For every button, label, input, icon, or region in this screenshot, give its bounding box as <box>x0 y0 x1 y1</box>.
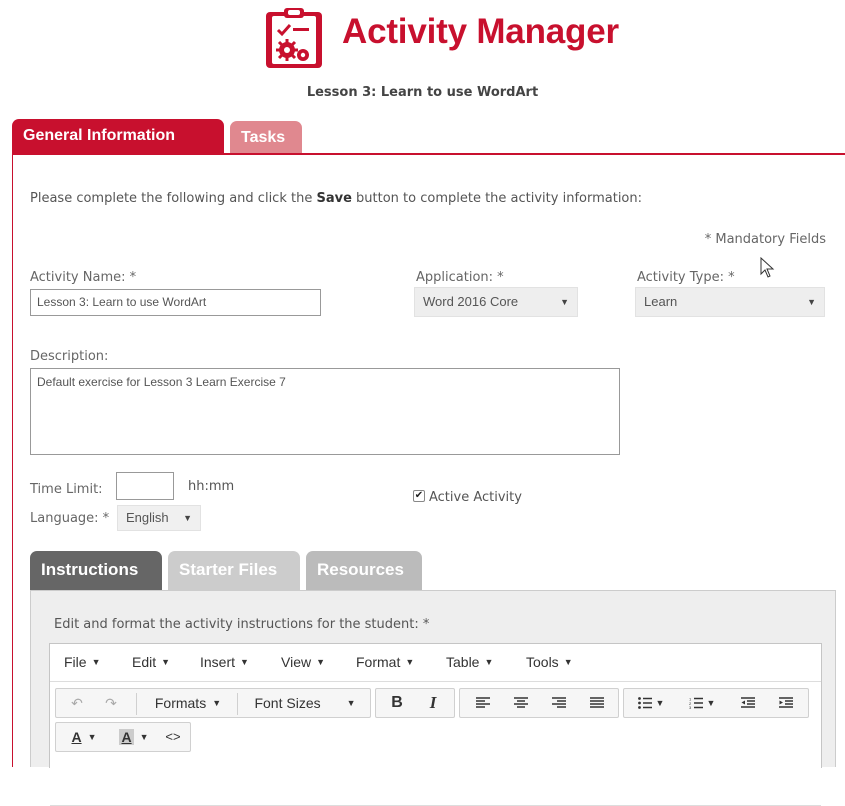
tab-instructions[interactable]: Instructions <box>30 551 162 590</box>
application-select[interactable]: Word 2016 Core ▼ <box>414 287 578 317</box>
tab-tasks[interactable]: Tasks <box>230 121 302 155</box>
chevron-down-icon: ▼ <box>139 732 149 742</box>
tab-resources[interactable]: Resources <box>306 551 422 590</box>
chevron-down-icon: ▼ <box>346 698 356 708</box>
toolbar-separator <box>136 693 137 715</box>
application-value: Word 2016 Core <box>423 294 519 309</box>
activity-type-value: Learn <box>644 294 678 309</box>
time-limit-label: Time Limit: <box>30 482 103 497</box>
active-activity-checkbox[interactable]: ✔ <box>413 490 425 502</box>
menu-edit-label: Edit <box>132 654 157 670</box>
chevron-down-icon: ▼ <box>655 698 665 708</box>
tab-general-information[interactable]: General Information <box>12 119 224 155</box>
align-left-icon[interactable] <box>466 689 500 717</box>
tab-starter-files[interactable]: Starter Files <box>168 551 300 590</box>
intro-text-end: button to complete the activity informat… <box>351 191 642 206</box>
chevron-down-icon: ▼ <box>563 657 573 667</box>
menu-tools[interactable]: Tools ▼ <box>526 654 573 670</box>
indent-icon[interactable] <box>768 689 804 717</box>
chevron-down-icon: ▼ <box>807 297 816 307</box>
font-sizes-label: Font Sizes <box>254 695 321 711</box>
menu-table-label: Table <box>446 654 480 670</box>
header: Activity Manager Lesson 3: Learn to use … <box>0 0 845 110</box>
text-color-button[interactable]: A ▼ <box>60 723 108 751</box>
bullet-list-icon[interactable]: ▼ <box>628 689 674 717</box>
mandatory-fields-note: * Mandatory Fields <box>704 232 826 247</box>
background-color-button[interactable]: A ▼ <box>110 723 158 751</box>
menu-format-label: Format <box>356 654 401 670</box>
time-format-hint: hh:mm <box>188 479 235 494</box>
lesson-title: Lesson 3: Learn to use WordArt <box>306 85 539 100</box>
chevron-down-icon: ▼ <box>484 657 494 667</box>
menu-file-label: File <box>64 654 87 670</box>
font-sizes-dropdown[interactable]: Font Sizes ▼ <box>238 689 372 717</box>
chevron-down-icon: ▼ <box>87 732 97 742</box>
application-label: Application: * <box>416 270 504 285</box>
align-justify-icon[interactable] <box>580 689 614 717</box>
italic-button[interactable]: I <box>416 689 450 717</box>
undo-icon[interactable]: ↶ <box>60 689 94 717</box>
chevron-down-icon: ▼ <box>91 657 101 667</box>
toolbar-group-color: A ▼ A ▼ <> <box>55 722 191 752</box>
chevron-down-icon: ▼ <box>706 698 716 708</box>
toolbar-group-align <box>459 688 619 718</box>
formats-label: Formats <box>154 695 207 711</box>
activity-name-label: Activity Name: * <box>30 270 137 285</box>
content-border <box>12 153 13 767</box>
chevron-down-icon: ▼ <box>560 297 569 307</box>
align-right-icon[interactable] <box>542 689 576 717</box>
source-code-button[interactable]: <> <box>158 723 188 751</box>
background-color-icon: A <box>119 729 134 745</box>
menu-file[interactable]: File ▼ <box>64 654 100 670</box>
menu-view-label: View <box>281 654 312 670</box>
app-title: Activity Manager <box>342 12 619 51</box>
rich-text-editor: File ▼ Edit ▼ Insert ▼ View ▼ Format ▼ Table ▼… <box>49 643 822 806</box>
chevron-down-icon: ▼ <box>161 657 171 667</box>
outdent-icon[interactable] <box>730 689 766 717</box>
editor-toolbar: ↶ ↷ Formats ▼ Font Sizes ▼ B I ▼ 1 2 3 ▼… <box>50 683 821 806</box>
text-color-icon: A <box>71 729 82 745</box>
align-center-icon[interactable] <box>504 689 538 717</box>
tab-divider <box>12 153 845 155</box>
language-select[interactable]: English ▼ <box>117 505 201 531</box>
description-textarea[interactable]: Default exercise for Lesson 3 Learn Exer… <box>30 368 620 455</box>
intro-text: Please complete the following and click … <box>30 191 642 206</box>
toolbar-group-lists: ▼ 1 2 3 ▼ <box>623 688 809 718</box>
intro-text-start: Please complete the following and click … <box>30 191 317 206</box>
chevron-down-icon: ▼ <box>183 513 192 523</box>
mouse-pointer-icon <box>760 257 775 278</box>
activity-type-label: Activity Type: * <box>637 270 735 285</box>
chevron-down-icon: ▼ <box>212 698 222 708</box>
time-limit-input[interactable] <box>116 472 174 500</box>
activity-name-input[interactable]: Lesson 3: Learn to use WordArt <box>30 289 321 316</box>
intro-save-word: Save <box>316 191 352 206</box>
menu-insert-label: Insert <box>200 654 236 670</box>
toolbar-group-main: ↶ ↷ Formats ▼ Font Sizes ▼ <box>55 688 371 718</box>
description-label: Description: <box>30 349 109 364</box>
numbered-list-icon[interactable]: 1 2 3 ▼ <box>678 689 726 717</box>
chevron-down-icon: ▼ <box>240 657 249 667</box>
chevron-down-icon: ▼ <box>316 657 326 667</box>
svg-text:3: 3 <box>689 705 692 709</box>
bold-button[interactable]: B <box>380 689 414 717</box>
menu-insert[interactable]: Insert ▼ <box>200 654 249 670</box>
editor-menubar: File ▼ Edit ▼ Insert ▼ View ▼ Format ▼ Table ▼… <box>50 644 821 682</box>
menu-view[interactable]: View ▼ <box>281 654 325 670</box>
language-value: English <box>126 510 169 525</box>
instructions-panel: Edit and format the activity instruction… <box>30 590 836 806</box>
instructions-prompt: Edit and format the activity instruction… <box>54 617 430 632</box>
active-activity-label: Active Activity <box>429 490 522 505</box>
language-label: Language: * <box>30 511 110 526</box>
clipboard-gears-icon <box>266 8 322 68</box>
menu-tools-label: Tools <box>526 654 559 670</box>
menu-format[interactable]: Format ▼ <box>356 654 414 670</box>
redo-icon[interactable]: ↷ <box>94 689 128 717</box>
chevron-down-icon: ▼ <box>405 657 415 667</box>
toolbar-group-style: B I <box>375 688 455 718</box>
activity-type-select[interactable]: Learn ▼ <box>635 287 825 317</box>
formats-dropdown[interactable]: Formats ▼ <box>140 689 236 717</box>
menu-edit[interactable]: Edit ▼ <box>132 654 170 670</box>
menu-table[interactable]: Table ▼ <box>446 654 493 670</box>
